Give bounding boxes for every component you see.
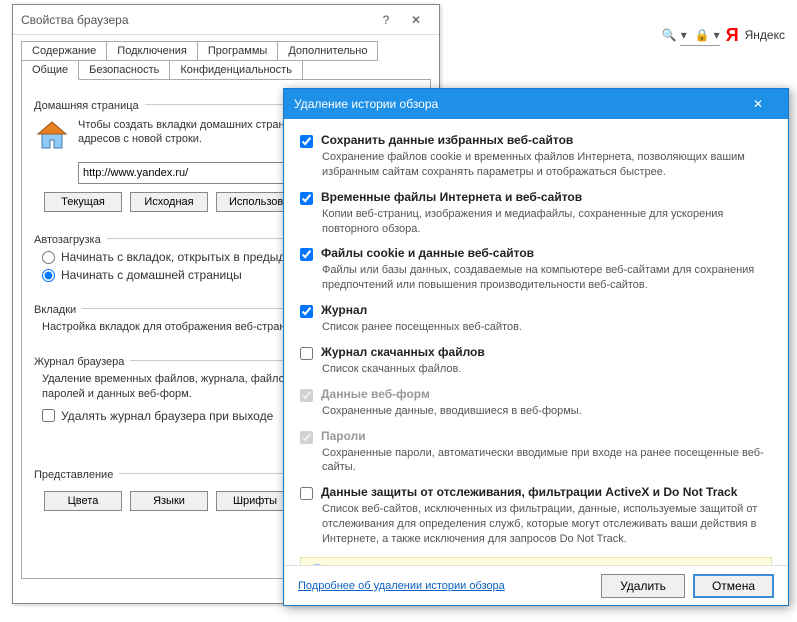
history-option-7: Данные защиты от отслеживания, фильтраци… (300, 485, 772, 547)
history-option-3: Журнал Список ранее посещенных веб-сайтов… (300, 303, 772, 335)
delete-button[interactable]: Удалить (601, 574, 685, 598)
learn-more-link[interactable]: Подробнее об удалении истории обзора (298, 580, 505, 592)
house-icon (34, 118, 70, 154)
close-button[interactable]: ✕ (738, 91, 778, 117)
history-title-3: Журнал (321, 303, 367, 317)
history-checkbox-1[interactable] (300, 192, 313, 205)
history-title-7: Данные защиты от отслеживания, фильтраци… (321, 485, 737, 499)
search-icon: 🔍 (662, 28, 677, 42)
colors-button[interactable]: Цвета (44, 491, 122, 511)
history-checkbox-2[interactable] (300, 248, 313, 261)
dialog2-title: Удаление истории обзора (294, 97, 738, 111)
languages-button[interactable]: Языки (130, 491, 208, 511)
history-checkbox-6 (300, 431, 313, 444)
history-desc-3: Список ранее посещенных веб-сайтов. (322, 320, 772, 335)
tab-advanced[interactable]: Дополнительно (277, 41, 378, 61)
history-title-4: Журнал скачанных файлов (321, 345, 485, 359)
history-title-1: Временные файлы Интернета и веб-сайтов (321, 190, 582, 204)
history-checkbox-3[interactable] (300, 305, 313, 318)
history-title-0: Сохранить данные избранных веб-сайтов (321, 133, 573, 147)
history-checkbox-4[interactable] (300, 347, 313, 360)
default-button[interactable]: Исходная (130, 192, 208, 212)
info-bar: iНекоторыми параметрами управляет систем… (300, 557, 772, 565)
yandex-letter: Я (726, 25, 739, 46)
history-option-2: Файлы cookie и данные веб-сайтов Файлы ил… (300, 246, 772, 293)
close-button[interactable]: ✕ (401, 8, 431, 32)
delete-history-dialog: Удаление истории обзора ✕ Сохранить данн… (283, 88, 789, 606)
tab-programs[interactable]: Программы (197, 41, 278, 61)
tab-security[interactable]: Безопасность (78, 61, 170, 80)
titlebar: Свойства браузера ? ✕ (13, 5, 439, 35)
history-desc-1: Копии веб-страниц, изображения и медиафа… (322, 207, 772, 237)
history-desc-6: Сохраненные пароли, автоматически вводим… (322, 446, 772, 476)
history-option-0: Сохранить данные избранных веб-сайтов Сох… (300, 133, 772, 180)
history-checkbox-5 (300, 389, 313, 402)
history-option-4: Журнал скачанных файлов Список скачанных … (300, 345, 772, 377)
tab-privacy[interactable]: Конфиденциальность (169, 61, 303, 80)
history-option-6: Пароли Сохраненные пароли, автоматически … (300, 429, 772, 476)
cancel-button[interactable]: Отмена (693, 574, 774, 598)
history-title-2: Файлы cookie и данные веб-сайтов (321, 246, 534, 260)
history-desc-4: Список скачанных файлов. (322, 362, 772, 377)
history-option-5: Данные веб-форм Сохраненные данные, вводи… (300, 387, 772, 419)
help-button[interactable]: ? (371, 8, 401, 32)
yandex-logo: Я Яндекс (726, 25, 785, 46)
history-desc-0: Сохранение файлов cookie и временных фай… (322, 150, 772, 180)
history-desc-7: Список веб-сайтов, исключенных из фильтр… (322, 502, 772, 547)
tab-connections[interactable]: Подключения (106, 41, 198, 61)
titlebar2: Удаление истории обзора ✕ (284, 89, 788, 119)
tab-content[interactable]: Содержание (21, 41, 107, 61)
current-button[interactable]: Текущая (44, 192, 122, 212)
window-title: Свойства браузера (21, 13, 371, 27)
history-checkbox-7[interactable] (300, 487, 313, 500)
bg-search[interactable]: 🔍▾ 🔒▾ (680, 24, 720, 46)
history-title-6: Пароли (321, 429, 366, 443)
history-checkbox-0[interactable] (300, 135, 313, 148)
history-desc-5: Сохраненные данные, вводившиеся в веб-фо… (322, 404, 772, 419)
history-desc-2: Файлы или базы данных, создаваемые на ко… (322, 263, 772, 293)
lock-icon: 🔒 (695, 28, 710, 42)
tab-general[interactable]: Общие (21, 61, 79, 80)
history-title-5: Данные веб-форм (321, 387, 430, 401)
history-option-1: Временные файлы Интернета и веб-сайтов Ко… (300, 190, 772, 237)
